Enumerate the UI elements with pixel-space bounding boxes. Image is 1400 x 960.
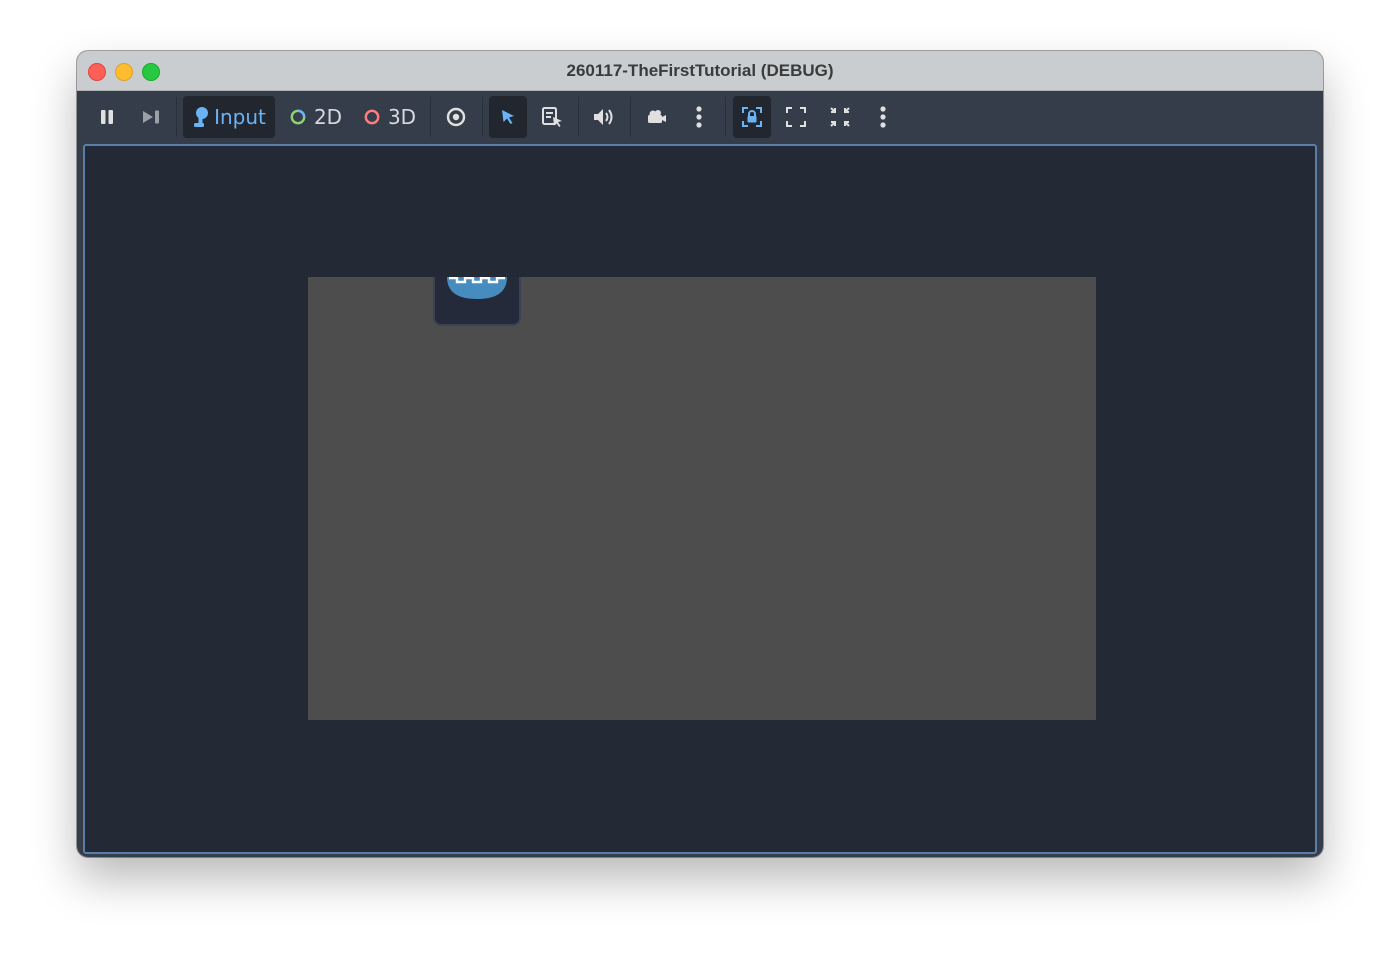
- next-frame-button[interactable]: [135, 96, 167, 138]
- camera-lock-icon: [742, 107, 762, 127]
- toolbar-separator: [630, 97, 631, 137]
- kebab-menu-icon: [880, 106, 886, 128]
- next-frame-icon: [143, 110, 159, 124]
- pause-button[interactable]: [91, 96, 123, 138]
- collapse-icon: [830, 107, 850, 127]
- toolbar-separator: [176, 97, 177, 137]
- list-select-icon: [542, 107, 562, 127]
- game-canvas[interactable]: [308, 277, 1096, 720]
- debug-toolbar: Input 2D 3D: [77, 91, 1323, 143]
- input-toggle-button[interactable]: Input: [183, 96, 275, 138]
- pointer-select-icon: [502, 110, 514, 124]
- mode-3d-button[interactable]: 3D: [359, 96, 421, 138]
- mode-2d-label: 2D: [313, 105, 343, 129]
- mode-2d-button[interactable]: 2D: [285, 96, 347, 138]
- camera-lock-button[interactable]: [733, 96, 771, 138]
- game-viewport[interactable]: [83, 144, 1317, 854]
- toolbar-separator: [482, 97, 483, 137]
- kebab-menu-icon: [696, 106, 702, 128]
- expand-icon: [786, 107, 806, 127]
- title-bar[interactable]: 260117-TheFirstTutorial (DEBUG): [77, 51, 1323, 91]
- collapse-view-button[interactable]: [823, 96, 857, 138]
- camera-override-button[interactable]: [638, 96, 674, 138]
- eye-icon: [446, 107, 466, 127]
- more-options-button-2[interactable]: [867, 96, 899, 138]
- expand-view-button[interactable]: [779, 96, 813, 138]
- visibility-button[interactable]: [439, 96, 473, 138]
- toolbar-separator: [430, 97, 431, 137]
- pause-icon: [101, 110, 113, 124]
- toolbar-separator: [725, 97, 726, 137]
- mode-3d-label: 3D: [387, 105, 417, 129]
- input-label: Input: [214, 105, 266, 129]
- select-mode-button[interactable]: [489, 96, 527, 138]
- toolbar-separator: [578, 97, 579, 137]
- ring-2d-icon: [290, 109, 306, 125]
- godot-logo-sprite[interactable]: [433, 277, 521, 327]
- ring-3d-icon: [364, 109, 380, 125]
- audio-mute-button[interactable]: [586, 96, 622, 138]
- window-title: 260117-TheFirstTutorial (DEBUG): [566, 61, 834, 80]
- more-options-button[interactable]: [683, 96, 715, 138]
- list-select-button[interactable]: [534, 96, 570, 138]
- speaker-icon: [594, 109, 613, 125]
- joystick-icon: [194, 107, 209, 127]
- camera-icon: [648, 110, 666, 123]
- game-window: 260117-TheFirstTutorial (DEBUG) Input 2D…: [77, 51, 1323, 857]
